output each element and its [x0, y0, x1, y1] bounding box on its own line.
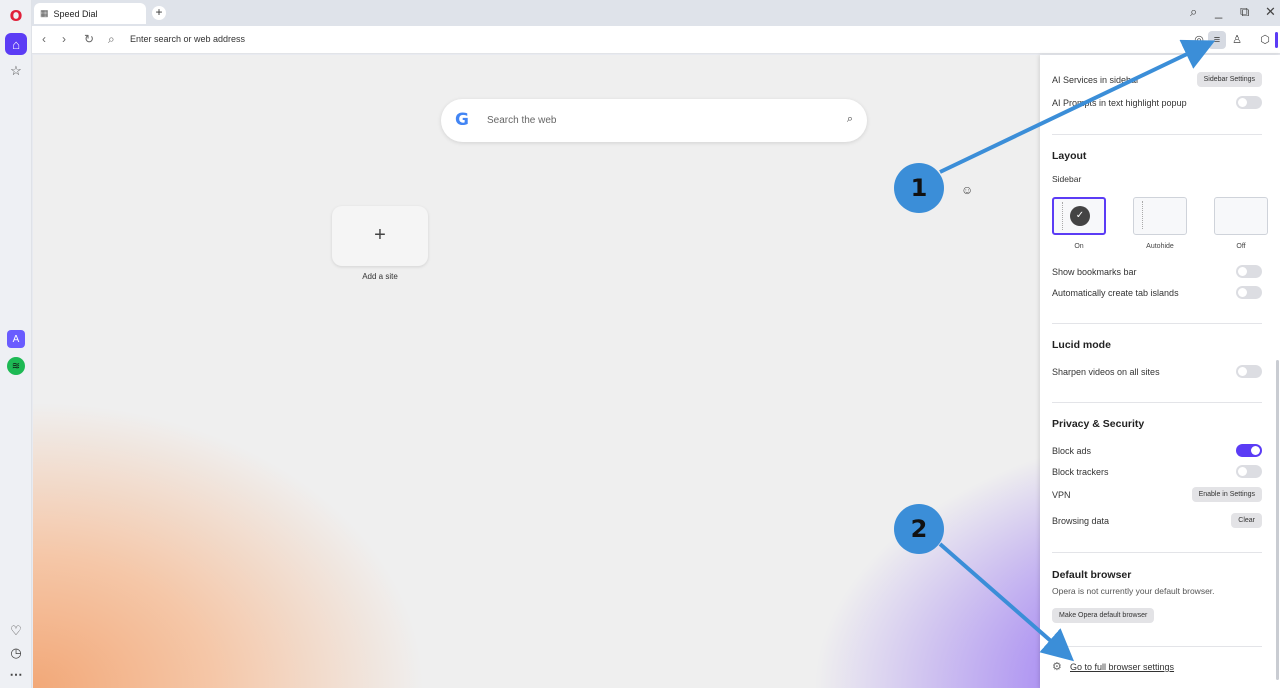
block-ads-row: Block ads [1052, 444, 1262, 458]
spotify-icon[interactable]: ≋ [7, 357, 25, 375]
history-icon[interactable]: ◷ [5, 642, 27, 664]
default-browser-desc: Opera is not currently your default brow… [1052, 586, 1215, 596]
layout-title: Layout [1052, 150, 1087, 162]
new-tab-button[interactable]: + [152, 6, 166, 20]
layout-option-off[interactable] [1214, 197, 1268, 235]
minimize-icon[interactable]: _ [1215, 4, 1222, 19]
block-trackers-toggle[interactable] [1236, 465, 1262, 478]
divider [1052, 402, 1262, 403]
sharpen-row: Sharpen videos on all sites [1052, 365, 1262, 379]
tab-islands-label: Automatically create tab islands [1052, 288, 1179, 298]
tab-title: Speed Dial [53, 8, 98, 19]
ai-prompts-label: AI Prompts in text highlight popup [1052, 98, 1187, 108]
ai-services-label: AI Services in sidebar [1052, 75, 1140, 85]
panel-scrollbar[interactable] [1276, 360, 1279, 680]
grid-icon: ▦ [40, 8, 49, 18]
default-browser-title: Default browser [1052, 569, 1132, 581]
browsing-data-label: Browsing data [1052, 516, 1110, 526]
reload-icon[interactable]: ↻ [84, 32, 94, 46]
back-icon[interactable]: ‹ [42, 32, 46, 46]
sidebar-label: Sidebar [1052, 174, 1082, 184]
block-ads-toggle[interactable] [1236, 444, 1262, 457]
search-input[interactable]: Search the web [487, 115, 557, 126]
lucid-mode-title: Lucid mode [1052, 339, 1111, 351]
sharpen-label: Sharpen videos on all sites [1052, 367, 1160, 377]
home-icon[interactable]: ⌂ [5, 33, 27, 55]
emoji-icon[interactable]: ☺ [961, 183, 973, 197]
easy-setup-panel: AI Services in sidebar Sidebar Settings … [1040, 55, 1280, 688]
profile-icon[interactable]: ♙ [1228, 31, 1246, 49]
tab-search-icon[interactable]: ⌕ [1190, 4, 1197, 20]
layout-option-autohide[interactable] [1133, 197, 1187, 235]
bookmarks-row: Show bookmarks bar [1052, 265, 1262, 279]
more-icon[interactable]: ⋯ [5, 664, 27, 686]
vpn-enable-button[interactable]: Enable in Settings [1191, 487, 1262, 502]
ai-prompts-toggle[interactable] [1236, 96, 1262, 109]
address-bar: ‹ › ↻ ⌕ Enter search or web address ◎ ≡ … [32, 26, 1280, 54]
vpn-label: VPN [1052, 490, 1071, 500]
layout-label-autohide: Autohide [1146, 243, 1174, 250]
close-icon[interactable]: ✕ [1265, 4, 1276, 20]
annotation-marker-2: 2 [894, 504, 944, 554]
block-trackers-label: Block trackers [1052, 467, 1109, 477]
divider [1052, 552, 1262, 553]
sidebar-settings-button[interactable]: Sidebar Settings [1196, 72, 1262, 87]
forward-icon[interactable]: › [62, 32, 66, 46]
divider [1052, 134, 1262, 135]
sidebar-strip [1057, 202, 1063, 230]
address-input[interactable]: Enter search or web address [130, 34, 245, 44]
favorites-icon[interactable]: ☆ [5, 60, 27, 82]
block-trackers-row: Block trackers [1052, 465, 1262, 479]
tab-islands-toggle[interactable] [1236, 286, 1262, 299]
divider [1052, 646, 1262, 647]
layout-option-on[interactable]: ✓ [1052, 197, 1106, 235]
tab-speed-dial[interactable]: ▦ Speed Dial [34, 3, 146, 24]
restore-icon[interactable]: ⧉ [1240, 4, 1249, 20]
add-site-button[interactable]: + [332, 206, 428, 266]
sidebar-strip [1137, 201, 1143, 229]
sidebar-accent [1275, 32, 1278, 48]
left-sidebar: O ⌂ ☆ A ≋ ♡ ◷ ⋯ [0, 0, 32, 688]
heart-icon[interactable]: ♡ [5, 620, 27, 642]
search-icon[interactable]: ⌕ [847, 113, 853, 126]
add-site-label: Add a site [362, 272, 398, 281]
ai-prompts-row: AI Prompts in text highlight popup [1052, 96, 1262, 110]
snapshot-icon[interactable]: ◎ [1190, 31, 1208, 49]
show-bookmarks-label: Show bookmarks bar [1052, 267, 1137, 277]
web-search-box[interactable]: G Search the web ⌕ [441, 99, 867, 142]
bookmarks-toggle[interactable] [1236, 265, 1262, 278]
aria-app-icon[interactable]: A [7, 330, 25, 348]
block-ads-label: Block ads [1052, 446, 1092, 456]
make-default-button[interactable]: Make Opera default browser [1052, 608, 1155, 623]
extensions-icon[interactable]: ⬡ [1256, 31, 1274, 49]
tab-islands-row: Automatically create tab islands [1052, 286, 1262, 300]
easy-setup-menu-icon[interactable]: ≡ [1208, 31, 1226, 49]
annotation-marker-1: 1 [894, 163, 944, 213]
privacy-title: Privacy & Security [1052, 418, 1145, 430]
tab-strip: ▦ Speed Dial + ⌕ _ ⧉ ✕ [32, 0, 1280, 26]
gear-icon: ⚙ [1052, 661, 1062, 673]
sharpen-toggle[interactable] [1236, 365, 1262, 378]
check-icon: ✓ [1070, 206, 1090, 226]
google-logo-icon: G [455, 110, 469, 130]
address-search-icon: ⌕ [108, 32, 115, 46]
clear-button[interactable]: Clear [1231, 513, 1262, 528]
layout-label-on: On [1074, 243, 1084, 250]
opera-logo-icon[interactable]: O [5, 5, 27, 27]
divider [1052, 323, 1262, 324]
full-settings-link[interactable]: Go to full browser settings [1070, 662, 1174, 672]
layout-label-off: Off [1236, 243, 1246, 250]
